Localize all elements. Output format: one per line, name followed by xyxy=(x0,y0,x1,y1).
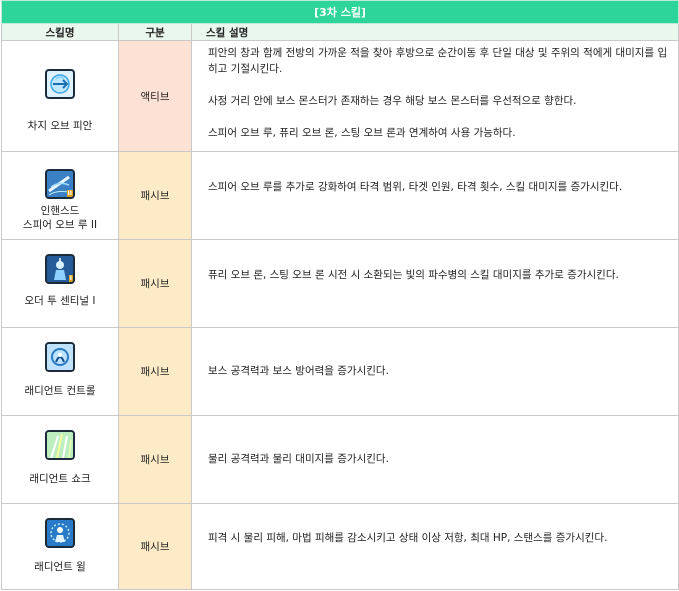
table-row: 래디언트 쇼크 패시브 물리 공격력과 물리 대미지를 증가시킨다. xyxy=(1,415,679,504)
skill-description: 물리 공격력과 물리 대미지를 증가시킨다. xyxy=(190,415,679,504)
description-line: 사정 거리 안에 보스 몬스터가 존재하는 경우 해당 보스 몬스터를 우선적으… xyxy=(208,95,577,107)
skill-name-cell: 차지 오브 피안 xyxy=(1,40,119,152)
skill-description: 보스 공격력과 보스 방어력을 증가시킨다. xyxy=(190,327,679,416)
skill-name: 인핸스드 xyxy=(40,205,80,217)
header-description: 스킬 설명 xyxy=(190,23,679,41)
skill-type: 패시브 xyxy=(118,327,192,416)
skill-name: 오더 투 센티널 I xyxy=(24,295,96,307)
skill-name-cell: 래디언트 쇼크 xyxy=(1,415,119,504)
skill-type: 액티브 xyxy=(118,40,192,152)
header-type: 구분 xyxy=(118,23,192,41)
skill-name-cell: 래디언트 윌 xyxy=(1,503,119,590)
table-row: I 오더 투 센티널 I 패시브 퓨리 오브 론, 스팅 오브 론 시전 시 소… xyxy=(1,239,679,328)
description-line: 퓨리 오브 론, 스팅 오브 론 시전 시 소환되는 빛의 파수병의 스킬 대미… xyxy=(208,269,619,281)
table-row: 래디언트 윌 패시브 피격 시 물리 피해, 마법 피해를 감소시키고 상태 이… xyxy=(1,503,679,590)
skill-table: [3차 스킬] 스킬명 구분 스킬 설명 차지 오브 피안 액티브 피안의 창과… xyxy=(0,0,679,590)
skill-name-cell: 래디언트 컨트롤 xyxy=(1,327,119,416)
skill-name: 래디언트 컨트롤 xyxy=(24,385,96,397)
table-row: 차지 오브 피안 액티브 피안의 창과 함께 전방의 가까운 적을 찾아 후방으… xyxy=(1,40,679,152)
header-skill-name: 스킬명 xyxy=(1,23,119,41)
description-line: 스피어 오브 루를 추가로 강화하여 타격 범위, 타겟 인원, 타격 횟수, … xyxy=(208,181,623,193)
radiant-control-icon xyxy=(45,342,75,372)
table-row: II 인핸스드 스피어 오브 루 II 패시브 스피어 오브 루를 추가로 강화… xyxy=(1,151,679,240)
skill-name: 래디언트 윌 xyxy=(34,561,86,573)
skill-description: 피격 시 물리 피해, 마법 피해를 감소시키고 상태 이상 저항, 최대 HP… xyxy=(190,503,679,590)
radiant-shock-icon xyxy=(45,430,75,460)
piercing-orb-icon xyxy=(45,69,75,99)
description-line: 물리 공격력과 물리 대미지를 증가시킨다. xyxy=(208,453,389,465)
header-row: 스킬명 구분 스킬 설명 xyxy=(1,23,679,41)
skill-type: 패시브 xyxy=(118,503,192,590)
sentinel-icon: I xyxy=(45,254,75,284)
skill-name: 차지 오브 피안 xyxy=(27,120,93,132)
level-badge-icon: II xyxy=(66,190,73,197)
skill-description: 퓨리 오브 론, 스팅 오브 론 시전 시 소환되는 빛의 파수병의 스킬 대미… xyxy=(190,239,679,328)
description-line: 스피어 오브 루, 퓨리 오브 론, 스팅 오브 론과 연계하여 사용 가능하다… xyxy=(208,127,516,139)
skill-type: 패시브 xyxy=(118,415,192,504)
skill-name-cell: I 오더 투 센티널 I xyxy=(1,239,119,328)
skill-type: 패시브 xyxy=(118,151,192,240)
skill-name: 래디언트 쇼크 xyxy=(29,473,91,485)
table-title: [3차 스킬] xyxy=(0,0,679,24)
skill-name-cell: II 인핸스드 스피어 오브 루 II xyxy=(1,151,119,240)
level-badge-icon: I xyxy=(68,275,73,282)
spear-enhance-icon: II xyxy=(45,169,75,199)
radiant-will-icon xyxy=(45,518,75,548)
skill-type: 패시브 xyxy=(118,239,192,328)
description-line: 보스 공격력과 보스 방어력을 증가시킨다. xyxy=(208,365,389,377)
description-line: 피격 시 물리 피해, 마법 피해를 감소시키고 상태 이상 저항, 최대 HP… xyxy=(208,532,608,544)
description-line: 피안의 창과 함께 전방의 가까운 적을 찾아 후방으로 순간이동 후 단일 대… xyxy=(208,47,668,75)
table-banner: [3차 스킬] xyxy=(0,0,679,24)
skill-name: 스피어 오브 루 II xyxy=(22,219,98,231)
table-row: 래디언트 컨트롤 패시브 보스 공격력과 보스 방어력을 증가시킨다. xyxy=(1,327,679,416)
skill-description: 스피어 오브 루를 추가로 강화하여 타격 범위, 타겟 인원, 타격 횟수, … xyxy=(190,151,679,240)
skill-description: 피안의 창과 함께 전방의 가까운 적을 찾아 후방으로 순간이동 후 단일 대… xyxy=(190,40,679,152)
